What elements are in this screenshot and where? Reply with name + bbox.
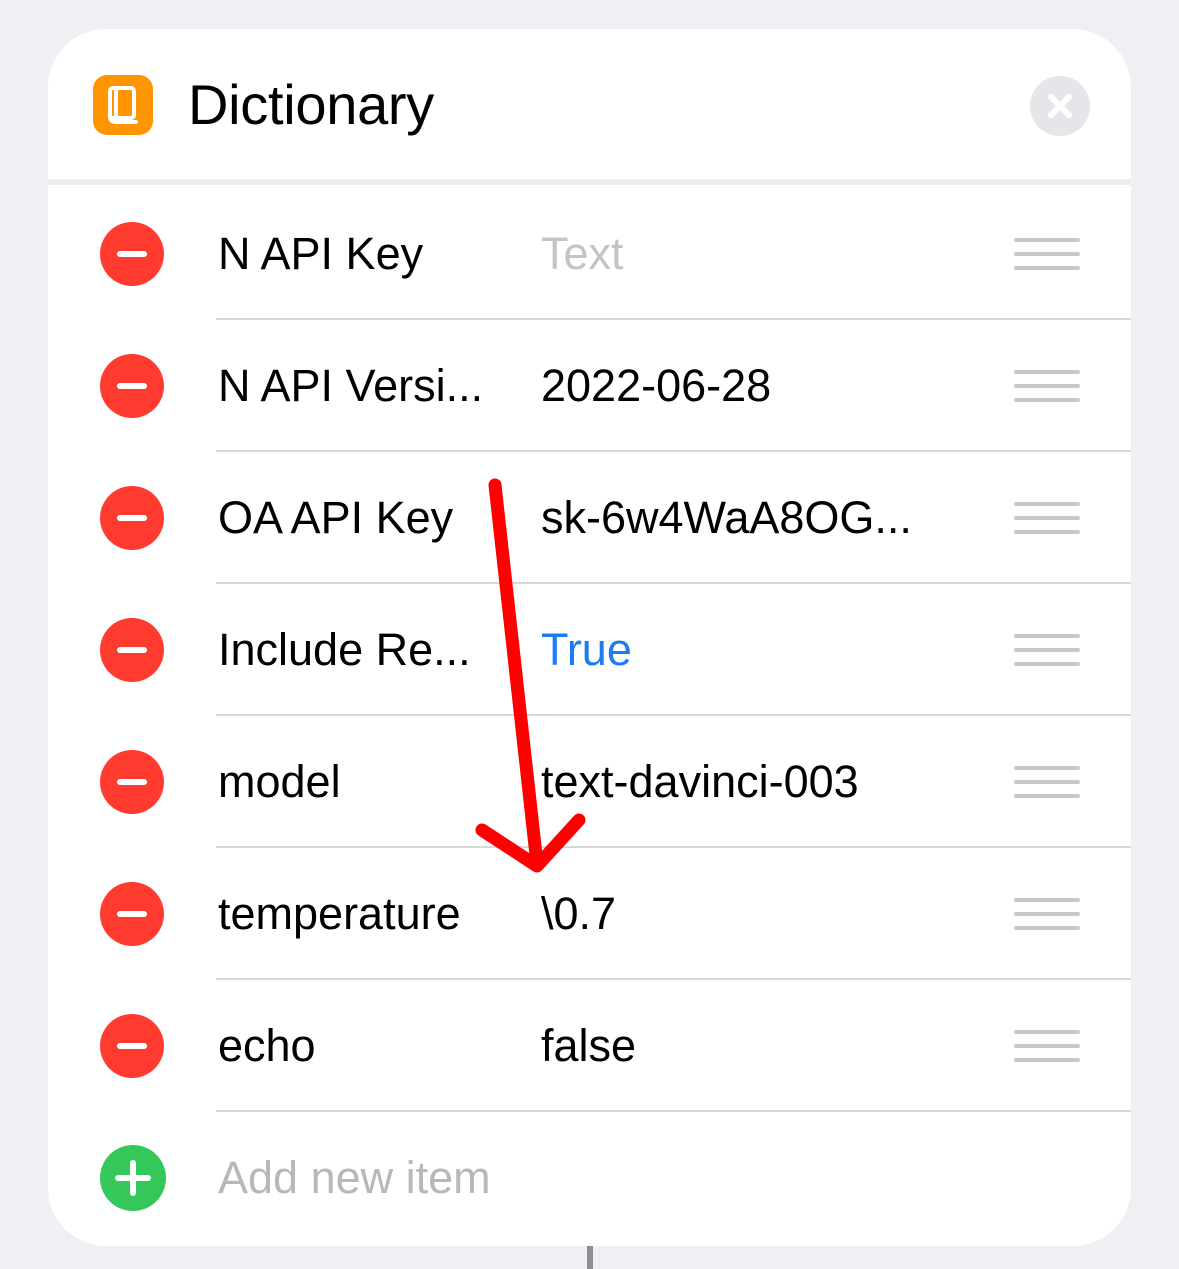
- dictionary-item-row: temperature \0.7: [48, 848, 1131, 980]
- item-key[interactable]: OA API Key: [218, 492, 513, 544]
- add-new-item-label[interactable]: Add new item: [218, 1152, 491, 1204]
- item-key[interactable]: N API Key: [218, 228, 513, 280]
- item-key[interactable]: model: [218, 756, 513, 808]
- item-value[interactable]: 2022-06-28: [541, 360, 971, 412]
- dictionary-item-row: echo false: [48, 980, 1131, 1112]
- item-value[interactable]: \0.7: [541, 888, 971, 940]
- dictionary-action-card: Dictionary N API Key Text N API Versi...…: [48, 29, 1131, 1246]
- reorder-handle-icon[interactable]: [1014, 370, 1080, 402]
- item-key[interactable]: temperature: [218, 888, 513, 940]
- item-key[interactable]: echo: [218, 1020, 513, 1072]
- reorder-handle-icon[interactable]: [1014, 238, 1080, 270]
- dictionary-item-row: model text-davinci-003: [48, 716, 1131, 848]
- connector-line: [587, 1244, 593, 1269]
- item-value[interactable]: false: [541, 1020, 971, 1072]
- close-icon: [1048, 94, 1072, 118]
- dictionary-item-row: N API Versi... 2022-06-28: [48, 320, 1131, 452]
- dictionary-item-row: N API Key Text: [48, 188, 1131, 320]
- remove-item-button[interactable]: [100, 750, 164, 814]
- plus-icon: [115, 1160, 151, 1196]
- item-value[interactable]: Text: [541, 228, 971, 280]
- reorder-handle-icon[interactable]: [1014, 502, 1080, 534]
- add-item-button[interactable]: [100, 1145, 166, 1211]
- item-value[interactable]: sk-6w4WaA8OG...: [541, 492, 971, 544]
- dictionary-item-row: Include Re... True: [48, 584, 1131, 716]
- item-key[interactable]: Include Re...: [218, 624, 513, 676]
- reorder-handle-icon[interactable]: [1014, 766, 1080, 798]
- remove-item-button[interactable]: [100, 1014, 164, 1078]
- item-value[interactable]: text-davinci-003: [541, 756, 971, 808]
- remove-item-button[interactable]: [100, 882, 164, 946]
- reorder-handle-icon[interactable]: [1014, 1030, 1080, 1062]
- dictionary-item-row: OA API Key sk-6w4WaA8OG...: [48, 452, 1131, 584]
- dictionary-item-list: N API Key Text N API Versi... 2022-06-28…: [48, 188, 1131, 1246]
- close-button[interactable]: [1030, 76, 1090, 136]
- card-header: Dictionary: [48, 29, 1131, 179]
- remove-item-button[interactable]: [100, 354, 164, 418]
- reorder-handle-icon[interactable]: [1014, 898, 1080, 930]
- reorder-handle-icon[interactable]: [1014, 634, 1080, 666]
- item-key[interactable]: N API Versi...: [218, 360, 513, 412]
- add-new-item-row[interactable]: Add new item: [48, 1112, 1131, 1246]
- book-icon: [93, 75, 153, 135]
- remove-item-button[interactable]: [100, 222, 164, 286]
- header-divider: [48, 179, 1131, 185]
- dialog-title: Dictionary: [188, 73, 434, 136]
- remove-item-button[interactable]: [100, 618, 164, 682]
- item-value-boolean[interactable]: True: [541, 624, 971, 676]
- remove-item-button[interactable]: [100, 486, 164, 550]
